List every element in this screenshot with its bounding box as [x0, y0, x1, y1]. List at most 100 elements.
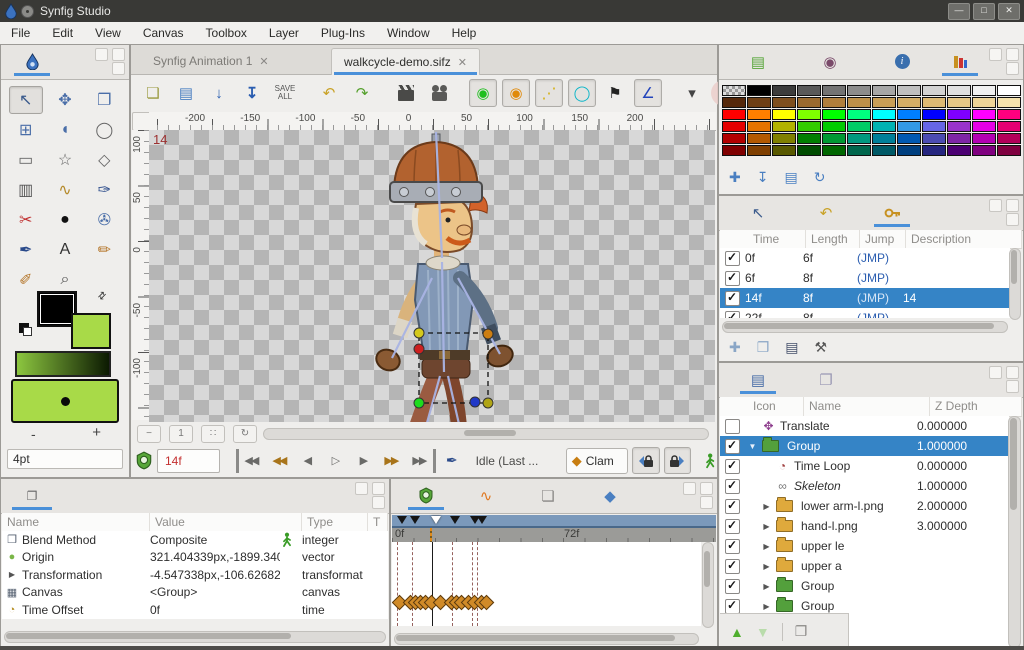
tool-transform[interactable]: ↖	[8, 86, 43, 114]
tab-canvas-browser[interactable]: ▤	[737, 48, 779, 75]
dock-controls[interactable]	[984, 198, 1020, 227]
palette-swatch[interactable]	[772, 109, 796, 120]
layer-expander[interactable]: ▼	[745, 442, 760, 451]
tab-timetrack[interactable]	[405, 482, 447, 510]
tab-tool-options[interactable]: ↖	[737, 199, 779, 226]
keyframe-properties-button[interactable]: ⚒	[815, 339, 828, 356]
tool-star[interactable]: ☆	[48, 146, 82, 174]
palette-swatch[interactable]	[997, 85, 1021, 96]
raise-layer-button[interactable]: ▲	[730, 624, 744, 640]
palette-swatch[interactable]	[872, 145, 896, 156]
toggle-background-rendering-button[interactable]: −	[137, 424, 161, 443]
layer-visible-checkbox[interactable]	[725, 498, 740, 514]
animate-mode-icon[interactable]	[703, 452, 717, 470]
palette-swatch[interactable]	[947, 85, 971, 96]
seek-next-keyframe-button[interactable]: ▶▶	[379, 449, 405, 473]
play-button[interactable]: ▷	[323, 449, 349, 473]
palette-swatch[interactable]	[797, 85, 821, 96]
layer-visible-checkbox[interactable]	[725, 598, 740, 614]
reset-colors-icon[interactable]	[19, 323, 32, 336]
save-all-button[interactable]: SAVE ALL	[271, 79, 299, 107]
palette-swatch[interactable]	[822, 109, 846, 120]
toggle-vertex-handles-button[interactable]: ◉	[502, 79, 530, 107]
tool-polygon[interactable]: ◇	[87, 146, 121, 174]
tool-mirror[interactable]: ❐	[87, 86, 121, 114]
tool-brush[interactable]: ✐	[9, 266, 43, 294]
layer-row[interactable]: ◔ Time Loop 0.000000	[720, 456, 1009, 476]
param-value[interactable]: -4.547338px,-106.626827	[150, 566, 280, 584]
palette-swatch[interactable]	[972, 97, 996, 108]
layer-visible-checkbox[interactable]	[725, 438, 740, 454]
walkcycle-character[interactable]	[336, 130, 551, 422]
keyframe-row[interactable]: 6f 8f (JMP)	[720, 268, 1010, 288]
layer-expander[interactable]: ▶	[759, 542, 774, 551]
palette-swatch[interactable]	[872, 133, 896, 144]
tab-navigator[interactable]: ◉	[809, 48, 851, 75]
layer-row[interactable]: ▶ upper le	[720, 536, 1009, 556]
layer-row[interactable]: ▼ Group 1.000000	[720, 436, 1009, 456]
layer-row[interactable]: ▶ hand-l.png 3.000000	[720, 516, 1009, 536]
palette-swatch[interactable]	[897, 133, 921, 144]
seek-prev-keyframe-button[interactable]: ◀◀	[267, 449, 293, 473]
palette-swatch[interactable]	[997, 145, 1021, 156]
tab-palette-colors[interactable]	[939, 48, 981, 76]
current-time-line[interactable]	[432, 542, 433, 626]
palette-swatch[interactable]	[897, 109, 921, 120]
undo-button[interactable]: ↶	[315, 79, 343, 107]
brush-width-field[interactable]: 4pt	[7, 449, 123, 469]
current-time-cursor[interactable]	[430, 528, 432, 542]
dock-controls[interactable]	[678, 481, 714, 510]
palette-swatch[interactable]	[947, 121, 971, 132]
keyframe-jump[interactable]: (JMP)	[857, 291, 903, 305]
render-pen-icon[interactable]: ✒	[446, 452, 458, 469]
palette-swatch[interactable]	[997, 109, 1021, 120]
palette-swatch[interactable]	[872, 97, 896, 108]
param-row[interactable]: ▶ Transformation -4.547338px,-106.626827 tr…	[2, 566, 388, 584]
palette-swatch[interactable]	[972, 133, 996, 144]
layer-visible-checkbox[interactable]	[725, 458, 740, 474]
layer-row[interactable]: ▶ upper a	[720, 556, 1009, 576]
palette-swatch[interactable]	[847, 145, 871, 156]
keyframe-enabled-checkbox[interactable]	[725, 310, 740, 318]
add-color-button[interactable]: ✚	[729, 169, 741, 186]
tool-cut[interactable]: ✂	[9, 206, 43, 234]
canvas-hscrollbar[interactable]	[263, 427, 709, 440]
toggle-radius-handles-button[interactable]: ◯	[568, 79, 596, 107]
tool-width[interactable]: ◖	[48, 116, 82, 144]
palette-swatch[interactable]	[772, 145, 796, 156]
gradient-swatch[interactable]	[15, 351, 111, 377]
tab-curves[interactable]: ∿	[465, 482, 507, 509]
layer-expander[interactable]: ▶	[759, 582, 774, 591]
layer-expander[interactable]: ▶	[759, 502, 774, 511]
palette-swatch[interactable]	[922, 85, 946, 96]
save-as-button[interactable]: ↧	[238, 79, 266, 107]
palette-swatch[interactable]	[722, 109, 746, 120]
menu-edit[interactable]: Edit	[41, 23, 84, 43]
menu-plugins[interactable]: Plug-Ins	[310, 23, 376, 43]
palette-swatch[interactable]	[722, 97, 746, 108]
palette-swatch[interactable]	[772, 85, 796, 96]
layer-visible-checkbox[interactable]	[725, 558, 740, 574]
palette-swatch[interactable]	[972, 145, 996, 156]
palette-swatch[interactable]	[847, 121, 871, 132]
delete-keyframe-button[interactable]: ▤	[785, 339, 798, 356]
param-value[interactable]: 321.404339px,-1899.3403	[150, 549, 280, 567]
palette-swatch[interactable]	[872, 109, 896, 120]
params-hscrollbar[interactable]	[4, 631, 386, 643]
palette-swatch[interactable]	[797, 109, 821, 120]
layer-expander[interactable]: ▶	[759, 562, 774, 571]
palette-swatch[interactable]	[972, 85, 996, 96]
palette-swatch[interactable]	[922, 121, 946, 132]
palette-swatch[interactable]	[847, 133, 871, 144]
layer-expander[interactable]: ▶	[759, 522, 774, 531]
menu-layer[interactable]: Layer	[258, 23, 310, 43]
duplicate-keyframe-button[interactable]: ❐	[757, 339, 770, 356]
preview-button[interactable]	[425, 79, 453, 107]
palette-swatch[interactable]	[797, 97, 821, 108]
palette-swatch[interactable]	[822, 133, 846, 144]
param-row[interactable]: ● Origin 321.404339px,-1899.3403 vector	[2, 548, 388, 567]
palette-swatch[interactable]	[772, 121, 796, 132]
open-button[interactable]: ▤	[172, 79, 200, 107]
palette-swatch[interactable]	[922, 133, 946, 144]
layer-row[interactable]: ✥ Translate 0.000000	[720, 416, 1009, 436]
